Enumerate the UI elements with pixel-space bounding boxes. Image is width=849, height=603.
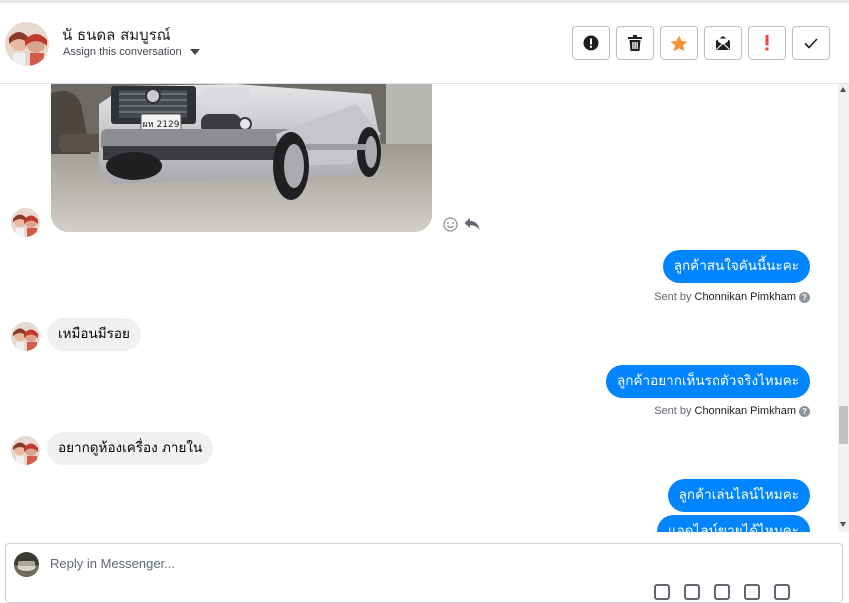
sent-by-label: Sent by (654, 405, 692, 417)
license-plate: ผห 2129 (143, 120, 180, 130)
emoji-icon[interactable] (744, 584, 760, 600)
sent-by-info: Sent by Chonnikan Pimkham ? (654, 405, 810, 417)
scroll-down-arrow-icon[interactable] (840, 522, 846, 527)
assign-label: Assign this conversation (63, 46, 182, 58)
scrollbar-thumb[interactable] (839, 406, 848, 444)
contact-avatar[interactable] (5, 22, 49, 66)
conversation-toolbar (572, 26, 830, 60)
outgoing-message[interactable]: ลูกค้าอยากเห็นรถตัวจริงไหมคะ (606, 365, 810, 398)
agent-name: Chonnikan Pimkham (694, 291, 797, 303)
caret-down-icon (189, 49, 200, 55)
exclamation-icon (765, 35, 769, 51)
image-icon[interactable] (714, 584, 730, 600)
envelope-icon (715, 35, 731, 51)
contact-avatar-small (11, 208, 40, 237)
mark-unread-button[interactable] (704, 26, 742, 60)
sent-by-label: Sent by (654, 291, 692, 303)
sent-by-info: Sent by Chonnikan Pimkham ? (654, 291, 810, 303)
outgoing-message[interactable]: แอดไลน์ขายได้ไหมคะ (656, 515, 810, 532)
mark-as-spam-button[interactable] (572, 26, 610, 60)
reply-arrow-icon[interactable] (464, 217, 480, 237)
contact-avatar-small (11, 436, 40, 465)
delete-button[interactable] (616, 26, 654, 60)
composer-toolbar (654, 584, 790, 600)
conversation-header: นั ธนดล สมบูรณ์ Assign this conversation (0, 3, 849, 84)
contact-name: นั ธนดล สมบูรณ์ (62, 26, 171, 44)
alert-circle-icon (583, 35, 599, 51)
contact-avatar-small (11, 322, 40, 351)
emoji-reaction-icon[interactable] (443, 217, 458, 237)
star-icon (670, 35, 688, 52)
outgoing-message[interactable]: ลูกค้าเล่นไลน์ไหมคะ (667, 479, 810, 512)
outgoing-message[interactable]: ลูกค้าสนใจคันนี้นะคะ (662, 250, 810, 283)
like-icon[interactable] (654, 584, 670, 600)
scroll-up-arrow-icon[interactable] (840, 87, 846, 92)
incoming-message[interactable]: เหมือนมีรอย (47, 318, 141, 351)
message-thread[interactable]: ผห 2129 ลูกค้าสนใจคันนี้นะคะ Sent by Cho… (0, 84, 838, 532)
follow-up-button[interactable] (748, 26, 786, 60)
star-button[interactable] (660, 26, 698, 60)
tag-icon[interactable] (774, 584, 790, 600)
incoming-message[interactable]: อยากดูห้องเครื่อง ภายใน (47, 432, 214, 465)
attach-icon[interactable] (684, 584, 700, 600)
message-actions (443, 217, 480, 237)
agent-name: Chonnikan Pimkham (694, 405, 797, 417)
help-icon[interactable]: ? (799, 291, 810, 303)
page-avatar (14, 552, 39, 577)
reply-composer (5, 543, 843, 603)
reply-input[interactable] (50, 556, 750, 571)
trash-icon (628, 35, 642, 51)
thread-scrollbar[interactable] (838, 84, 849, 532)
help-icon[interactable]: ? (799, 405, 810, 417)
assign-conversation-dropdown[interactable]: Assign this conversation (63, 46, 200, 58)
photo-attachment[interactable]: ผห 2129 (51, 84, 432, 232)
checkmark-icon (804, 37, 818, 49)
mark-done-button[interactable] (792, 26, 830, 60)
